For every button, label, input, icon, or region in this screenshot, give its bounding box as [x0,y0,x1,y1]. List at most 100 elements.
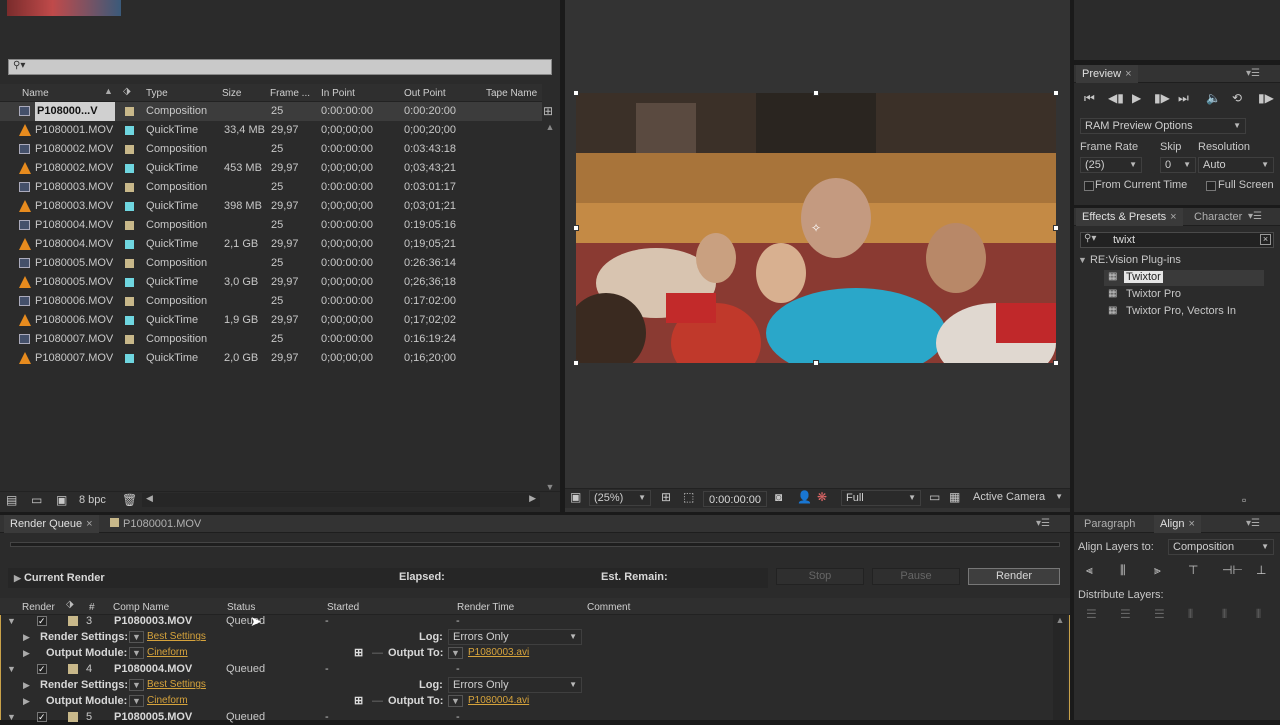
render-settings-link[interactable]: Best Settings [147,677,206,693]
settings-dropdown-icon[interactable]: ▼ [129,679,144,691]
tab-composition-p1080001[interactable]: P1080001.MOV [104,515,207,533]
flowchart-icon[interactable]: ⊞ [543,104,553,118]
distribute-vcenter-icon[interactable]: ☰ [1120,607,1131,621]
render-checkbox[interactable]: ✓ [37,664,47,674]
label-tag-icon[interactable]: ⬗ [66,599,74,610]
frame-handle-tc[interactable] [813,90,819,96]
frame-handle-br[interactable] [1053,360,1059,366]
col-frame[interactable]: Frame ... [270,85,310,102]
project-item[interactable]: P1080005.MOV Composition 25 0:00:00:00 0:26:… [0,254,542,273]
distribute-top-icon[interactable]: ☰ [1086,607,1097,621]
remove-output-module-icon[interactable]: — [372,645,383,661]
effects-search-input[interactable]: ⚲▾ twixt × [1080,232,1274,248]
label-tag-icon[interactable]: ⬗ [123,86,131,97]
render-checkbox[interactable]: ✓ [37,616,47,626]
clear-search-icon[interactable]: × [1260,234,1271,245]
col-out-point[interactable]: Out Point [404,85,446,102]
output-module-link[interactable]: Cineform [147,645,188,661]
project-item[interactable]: P108000...V Composition 25 0:00:00:00 0:00:2… [0,102,542,121]
project-item[interactable]: P1080001.MOV QuickTime 33,4 MB 29,97 0;00;00… [0,121,542,140]
output-to-dropdown-icon[interactable]: ▼ [448,647,463,659]
project-scrollbar[interactable]: ▲ ▼ [543,122,557,492]
col-type[interactable]: Type [146,85,168,102]
label-color-swatch[interactable] [125,278,134,287]
align-right-icon[interactable]: ⫸ [1154,563,1161,578]
bpc-button[interactable]: 8 bpc [79,494,106,506]
tab-preview[interactable]: Preview × [1076,65,1138,83]
full-screen-checkbox[interactable] [1206,181,1216,191]
panel-menu-icon[interactable]: ▾☰ [1246,518,1260,529]
ram-preview-icon[interactable]: ▮▶ [1258,91,1274,105]
module-dropdown-icon[interactable]: ▼ [129,695,144,707]
zoom-select[interactable]: (25%) [589,490,651,506]
next-frame-icon[interactable]: ▮▶ [1154,91,1170,105]
new-preset-icon[interactable]: ▫ [1242,493,1246,507]
frame-handle-tl[interactable] [573,90,579,96]
loop-icon[interactable]: ⟲ [1232,91,1242,105]
tab-paragraph[interactable]: Paragraph [1078,515,1141,533]
project-item[interactable]: P1080005.MOV QuickTime 3,0 GB 29,97 0;00;00;… [0,273,542,292]
col-in-point[interactable]: In Point [321,85,355,102]
label-color-swatch[interactable] [125,202,134,211]
frame-handle-ml[interactable] [573,225,579,231]
add-output-module-icon[interactable]: ⊞ [354,693,363,709]
disclosure-triangle-icon[interactable]: ▼ [1078,255,1087,265]
transparency-grid-icon[interactable]: ⬚ [683,490,694,504]
distribute-left-icon[interactable]: ⫴ [1188,607,1193,622]
label-color-swatch[interactable] [68,616,78,626]
settings-dropdown-icon[interactable]: ▼ [129,631,144,643]
label-color-swatch[interactable] [125,107,134,116]
label-color-swatch[interactable] [125,259,134,268]
tab-character[interactable]: Character [1188,208,1244,226]
output-file-link[interactable]: P1080004.avi [468,693,529,709]
project-item[interactable]: P1080007.MOV Composition 25 0:00:00:00 0:16:… [0,330,542,349]
frame-handle-mr[interactable] [1053,225,1059,231]
disclosure-triangle-icon[interactable]: ▼ [7,709,16,725]
output-file-link[interactable]: P1080003.avi [468,645,529,661]
snapshot-camera-icon[interactable]: ◙ [775,490,782,504]
project-search-input[interactable]: ⚲▾ [8,59,552,75]
frame-handle-bc[interactable] [813,360,819,366]
label-color-swatch[interactable] [125,183,134,192]
log-select[interactable]: Errors Only [448,677,582,693]
project-item[interactable]: P1080006.MOV Composition 25 0:00:00:00 0:17:… [0,292,542,311]
project-hscroll[interactable]: ◀ ▶ [142,493,540,507]
label-color-swatch[interactable] [125,354,134,363]
first-frame-icon[interactable]: ⏮ [1084,91,1095,106]
frame-handle-tr[interactable] [1053,90,1059,96]
disclosure-triangle-icon[interactable]: ▶ [23,677,30,693]
render-item[interactable]: ▼ ✓ 5 P1080005.MOV Queued - - [1,709,1051,725]
mute-audio-icon[interactable]: 🔈 [1206,91,1221,105]
tab-align[interactable]: Align × [1154,515,1201,533]
panel-menu-icon[interactable]: ▾☰ [1036,518,1050,529]
resolution-select[interactable]: Auto [1198,157,1274,173]
align-top-icon[interactable]: ⊤ [1188,563,1198,577]
fast-previews-icon[interactable]: ▭ [929,490,940,504]
interpret-footage-icon[interactable]: ▤ [6,493,17,507]
disclosure-triangle-icon[interactable]: ▶ [14,573,21,583]
checkerboard-icon[interactable]: ▦ [949,490,960,504]
close-icon[interactable]: × [1170,211,1176,223]
render-item[interactable]: ▼ ✓ 3 P1080003.MOV Queued - - [1,613,1051,629]
render-settings-link[interactable]: Best Settings [147,629,206,645]
render-queue-scrollbar[interactable]: ▲ [1053,615,1067,720]
label-color-swatch[interactable] [125,297,134,306]
align-bottom-icon[interactable]: ⊥ [1256,563,1266,577]
col-name[interactable]: Name [22,85,49,102]
render-checkbox[interactable]: ✓ [37,712,47,722]
distribute-bottom-icon[interactable]: ☰ [1154,607,1165,621]
label-color-swatch[interactable] [125,316,134,325]
channel-rgb-icon[interactable]: ❋ [817,490,827,504]
col-tape-name[interactable]: Tape Name [486,85,537,102]
panel-menu-icon[interactable]: ▾☰ [1248,211,1262,222]
new-folder-icon[interactable]: ▭ [31,493,42,507]
region-of-interest-icon[interactable]: ⊞ [661,490,671,504]
project-item[interactable]: P1080007.MOV QuickTime 2,0 GB 29,97 0;00;00;… [0,349,542,368]
last-frame-icon[interactable]: ⏭ [1178,91,1189,106]
project-item[interactable]: P1080006.MOV QuickTime 1,9 GB 29,97 0;00;00;… [0,311,542,330]
show-snapshot-icon[interactable]: 👤 [797,490,812,504]
label-color-swatch[interactable] [125,221,134,230]
project-item[interactable]: P1080003.MOV Composition 25 0:00:00:00 0:03:… [0,178,542,197]
output-module-link[interactable]: Cineform [147,693,188,709]
frame-rate-select[interactable]: (25) [1080,157,1142,173]
